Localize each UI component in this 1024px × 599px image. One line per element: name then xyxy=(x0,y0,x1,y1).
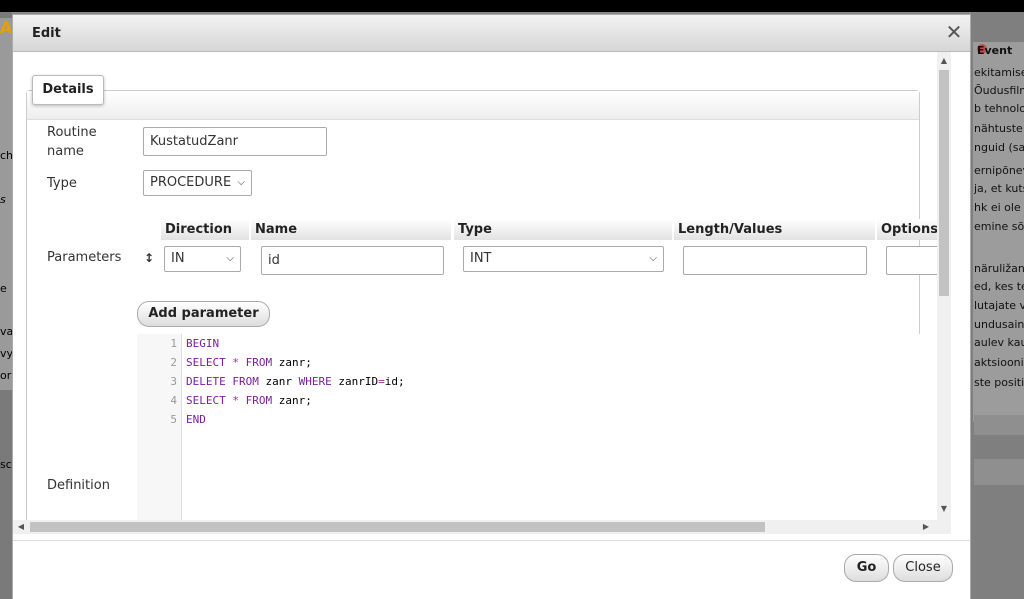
background-right-text: hk ei ole xyxy=(974,201,1021,214)
background-right-text: nguid (sag xyxy=(974,141,1024,154)
background-left-text: s xyxy=(0,193,6,206)
parameters-label: Parameters xyxy=(47,250,122,265)
type-select[interactable]: PROCEDURE ⌵ xyxy=(143,170,252,196)
param-direction-value: IN xyxy=(171,251,185,266)
top-bar xyxy=(0,0,1024,12)
background-left-text: e xyxy=(0,282,7,295)
dialog-footer: Go Close xyxy=(13,540,970,599)
drag-handle-icon[interactable]: ↕ xyxy=(144,251,154,265)
background-left-text: vy xyxy=(0,347,12,360)
background-right-text: lutajate v xyxy=(974,299,1024,312)
line-number: 4 xyxy=(170,394,177,407)
background-right-text: ernipõnev xyxy=(974,164,1024,177)
background-right-bar xyxy=(974,459,1024,485)
background-right-text: aulev kau xyxy=(974,336,1024,349)
type-label: Type xyxy=(47,176,77,191)
definition-label: Definition xyxy=(47,478,110,493)
code-line: END xyxy=(186,413,206,426)
param-header-name: Name xyxy=(251,219,451,240)
param-direction-select[interactable]: IN ⌵ xyxy=(164,246,241,272)
background-right-text: nähtuste xyxy=(974,122,1023,135)
dialog-content: Details Routine name Type PROCEDURE ⌵ Di… xyxy=(13,52,953,534)
background-left-text: ch xyxy=(0,149,12,162)
background-right-bar xyxy=(974,415,1024,435)
background-right-text: undusain xyxy=(974,318,1024,331)
background-right-text: Õudusfilm xyxy=(974,84,1024,97)
param-header-type: Type xyxy=(454,219,672,240)
type-select-value: PROCEDURE xyxy=(150,175,232,190)
go-button[interactable]: Go xyxy=(844,554,889,582)
line-number: 3 xyxy=(170,375,177,388)
param-header-length: Length/Values xyxy=(674,219,875,240)
close-icon[interactable]: ✕ xyxy=(945,22,963,42)
code-line: DELETE FROM zanr WHERE zanrID=id; xyxy=(186,375,405,388)
background-right-text: b tehnolo xyxy=(974,102,1024,115)
code-line: BEGIN xyxy=(186,337,220,350)
vertical-scroll-thumb[interactable] xyxy=(939,70,949,296)
background-left-text: sc xyxy=(0,458,12,471)
param-header-options: Options xyxy=(877,219,938,240)
add-parameter-button[interactable]: Add parameter xyxy=(137,301,270,327)
line-number: 5 xyxy=(170,413,177,426)
scroll-left-icon[interactable]: ◀ xyxy=(16,522,26,532)
chevron-down-icon: ⌵ xyxy=(237,177,245,188)
dialog-titlebar[interactable]: Edit ✕ xyxy=(13,15,970,52)
param-name-input[interactable] xyxy=(261,246,444,275)
scroll-down-icon[interactable]: ▼ xyxy=(939,504,949,514)
background-left-text: or xyxy=(0,369,12,382)
scroll-up-icon[interactable]: ▲ xyxy=(939,56,949,66)
background-right-text: ja, et kuts xyxy=(974,182,1024,195)
routine-name-input[interactable] xyxy=(143,127,327,156)
background-right-text: ste positii xyxy=(974,376,1024,389)
line-number-gutter: 1 2 3 4 5 xyxy=(137,334,182,534)
background-left-text: va xyxy=(0,325,12,338)
code-line: SELECT * FROM zanr; xyxy=(186,356,312,369)
definition-editor[interactable]: 1 2 3 4 5 BEGIN SELECT * FROM zanr; DELE… xyxy=(137,334,937,534)
background-right-text: näruližan xyxy=(974,262,1024,275)
param-type-value: INT xyxy=(470,251,492,266)
background-right-text: aktsioonid xyxy=(974,356,1024,369)
line-number: 2 xyxy=(170,356,177,369)
routine-name-label: Routine xyxy=(47,125,97,140)
background-right-text: ed, kes te xyxy=(974,280,1024,293)
tab-details[interactable]: Details xyxy=(32,75,104,105)
line-number: 1 xyxy=(170,337,177,350)
background-right-text: emine sõ xyxy=(974,220,1024,233)
background-left-text: A xyxy=(0,18,12,37)
background-left-page: A ch s e va vy or sc xyxy=(0,12,12,599)
dialog-title: Edit xyxy=(32,26,61,41)
param-type-select[interactable]: INT ⌵ xyxy=(463,246,664,272)
background-right-text: ekitamise xyxy=(974,66,1024,79)
scroll-right-icon[interactable]: ▶ xyxy=(921,522,931,532)
horizontal-scroll-thumb[interactable] xyxy=(30,522,765,532)
fieldset-header xyxy=(27,91,919,120)
close-button[interactable]: Close xyxy=(893,554,953,582)
horizontal-scrollbar[interactable]: ◀ ▶ xyxy=(13,520,951,534)
chevron-down-icon: ⌵ xyxy=(226,253,234,264)
code-line: SELECT * FROM zanr; xyxy=(186,394,312,407)
param-header-direction: Direction xyxy=(161,219,249,240)
vertical-scrollbar[interactable]: ▲ ▼ xyxy=(937,52,951,534)
edit-dialog: Edit ✕ Details Routine name Type PROCEDU… xyxy=(12,14,971,599)
chevron-down-icon: ⌵ xyxy=(649,253,657,264)
background-right-page: Event ekitamise Õudusfilm b tehnolo näht… xyxy=(971,12,1024,599)
routine-name-label: name xyxy=(47,144,84,159)
param-length-input[interactable] xyxy=(683,246,867,275)
